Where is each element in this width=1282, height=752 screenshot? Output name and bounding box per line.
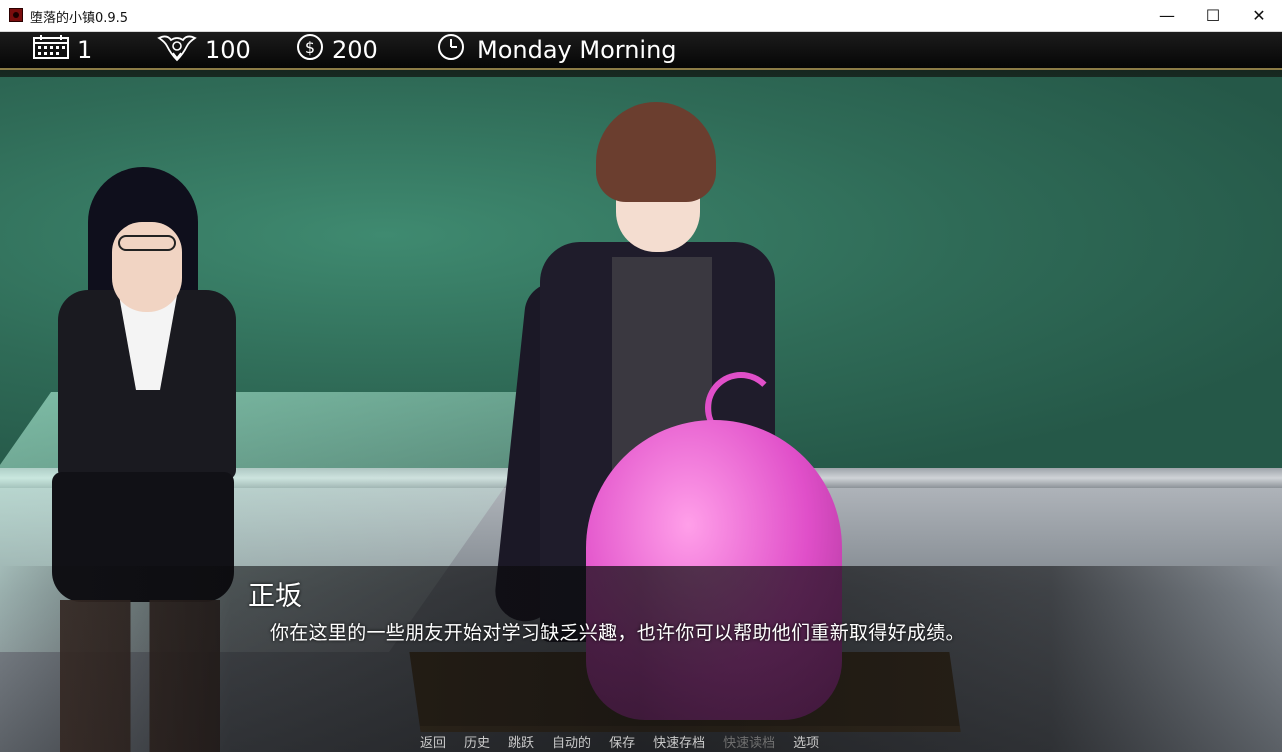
hud-time: Monday Morning xyxy=(437,34,677,66)
time-of-day: Monday Morning xyxy=(477,36,677,64)
hud-day: 1 xyxy=(33,34,92,66)
day-value: 1 xyxy=(77,36,93,64)
quick-menu-history[interactable]: 历史 xyxy=(464,732,490,752)
svg-text:$: $ xyxy=(305,38,315,57)
quick-menu-quick-save[interactable]: 快速存档 xyxy=(653,732,705,752)
hud-money: $ 200 xyxy=(296,34,378,66)
window-titlebar: 堕落的小镇0.9.5 — ☐ ✕ xyxy=(0,0,1282,32)
dollar-coin-icon: $ xyxy=(296,33,324,67)
money-value: 200 xyxy=(332,36,378,64)
dialogue-box[interactable] xyxy=(0,566,1282,752)
quick-menu-back[interactable]: 返回 xyxy=(420,732,446,752)
speaker-name: 正坂 xyxy=(248,581,302,612)
app-icon xyxy=(9,8,23,22)
dialogue-text: 你在这里的一些朋友开始对学习缺乏兴趣，也许你可以帮助他们重新取得好成绩。 xyxy=(270,622,965,644)
close-button[interactable]: ✕ xyxy=(1236,0,1282,31)
demon-crest-icon xyxy=(157,32,197,68)
calendar-icon xyxy=(33,35,69,65)
quick-menu-auto[interactable]: 自动的 xyxy=(552,732,591,752)
minimize-button[interactable]: — xyxy=(1144,0,1190,31)
glasses-icon xyxy=(118,235,176,251)
quick-menu-preferences[interactable]: 选项 xyxy=(793,732,819,752)
hud-bar: 1 100 $ 200 Monday Morning xyxy=(0,32,1282,70)
hud-corruption: 100 xyxy=(157,34,251,66)
quick-menu-quick-load[interactable]: 快速读档 xyxy=(723,732,775,752)
corruption-value: 100 xyxy=(205,36,251,64)
quick-menu-save[interactable]: 保存 xyxy=(609,732,635,752)
window-title: 堕落的小镇0.9.5 xyxy=(30,11,129,26)
quick-menu-skip[interactable]: 跳跃 xyxy=(508,732,534,752)
maximize-button[interactable]: ☐ xyxy=(1190,0,1236,31)
game-viewport[interactable]: 1 100 $ 200 Monday Morning 正坂 你在这里的一些朋友开… xyxy=(0,32,1282,752)
clock-icon xyxy=(437,33,465,67)
quick-menu: 返回 历史 跳跃 自动的 保存 快速存档 快速读档 选项 xyxy=(420,732,837,752)
